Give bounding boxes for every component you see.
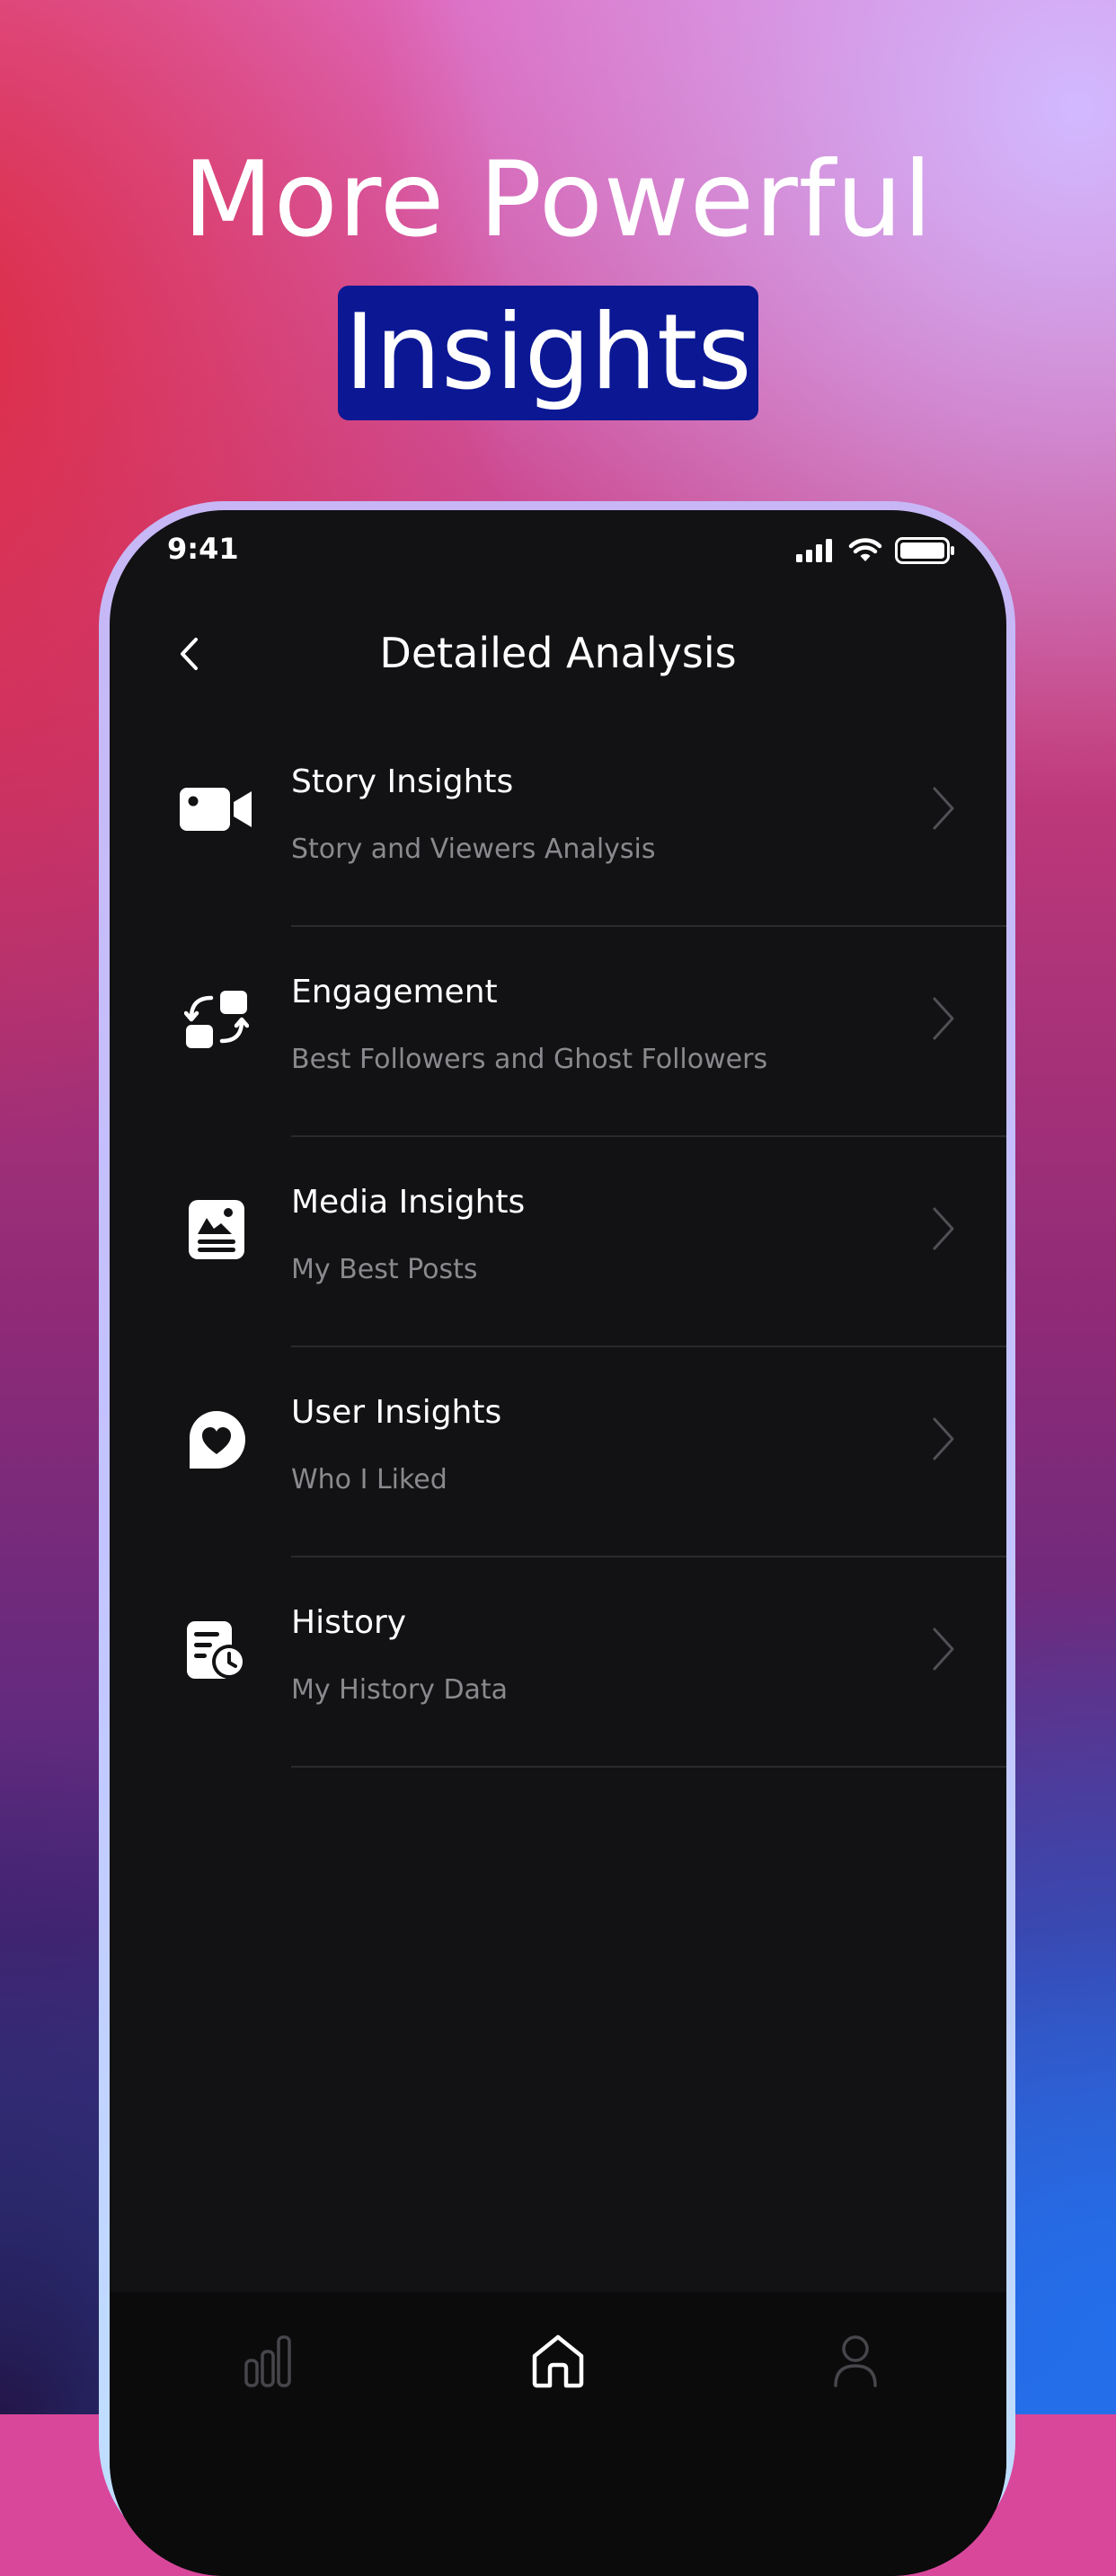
- navigation-bar: Detailed Analysis: [110, 600, 1006, 708]
- list-item-title: Story Insights: [291, 763, 514, 800]
- cellular-signal-icon: [796, 539, 832, 562]
- status-icons: [796, 537, 956, 564]
- headline-badge: Insights: [338, 286, 758, 420]
- history-clock-icon: [176, 1610, 257, 1690]
- tab-statistics[interactable]: [232, 2325, 304, 2396]
- list-item-engagement[interactable]: Engagement Best Followers and Ghost Foll…: [110, 927, 1006, 1137]
- list-item-media-insights[interactable]: Media Insights My Best Posts: [110, 1137, 1006, 1347]
- tab-home[interactable]: [522, 2325, 594, 2396]
- page-title: Detailed Analysis: [379, 629, 737, 677]
- bar-chart-icon: [244, 2335, 291, 2387]
- video-camera-icon: [176, 769, 257, 850]
- list-item-subtitle: Who I Liked: [291, 1464, 447, 1495]
- list-item-subtitle: My History Data: [291, 1674, 509, 1706]
- status-bar: 9:41: [110, 510, 1006, 591]
- battery-icon: [895, 537, 954, 564]
- list-item-history[interactable]: History My History Data: [110, 1557, 1006, 1768]
- tab-profile[interactable]: [819, 2325, 891, 2396]
- home-icon: [532, 2334, 584, 2388]
- chevron-right-icon: [933, 1417, 954, 1460]
- list-item-title: Engagement: [291, 974, 498, 1010]
- list-item-story-insights[interactable]: Story Insights Story and Viewers Analysi…: [110, 717, 1006, 927]
- divider: [291, 1766, 1006, 1768]
- chevron-right-icon: [933, 1628, 954, 1671]
- status-time: 9:41: [167, 532, 239, 566]
- tab-bar: [110, 2292, 1006, 2576]
- list-item-subtitle: Best Followers and Ghost Followers: [291, 1044, 768, 1075]
- heart-chat-icon: [176, 1399, 257, 1480]
- wifi-icon: [848, 538, 882, 561]
- headline-title: More Powerful: [182, 139, 934, 260]
- analysis-list: Story Insights Story and Viewers Analysi…: [110, 717, 1006, 1768]
- chevron-right-icon: [933, 1207, 954, 1250]
- list-item-subtitle: My Best Posts: [291, 1254, 478, 1285]
- chevron-right-icon: [933, 997, 954, 1040]
- list-item-subtitle: Story and Viewers Analysis: [291, 834, 656, 865]
- list-item-title: User Insights: [291, 1394, 502, 1431]
- list-item-title: History: [291, 1604, 407, 1641]
- list-item-user-insights[interactable]: User Insights Who I Liked: [110, 1347, 1006, 1557]
- profile-icon: [834, 2335, 877, 2387]
- image-post-icon: [176, 1189, 257, 1270]
- list-item-title: Media Insights: [291, 1184, 526, 1221]
- phone-screen: 9:41 Detailed Analysis Story Insights St…: [110, 510, 1006, 2576]
- swap-arrows-icon: [176, 979, 257, 1060]
- chevron-right-icon: [933, 787, 954, 830]
